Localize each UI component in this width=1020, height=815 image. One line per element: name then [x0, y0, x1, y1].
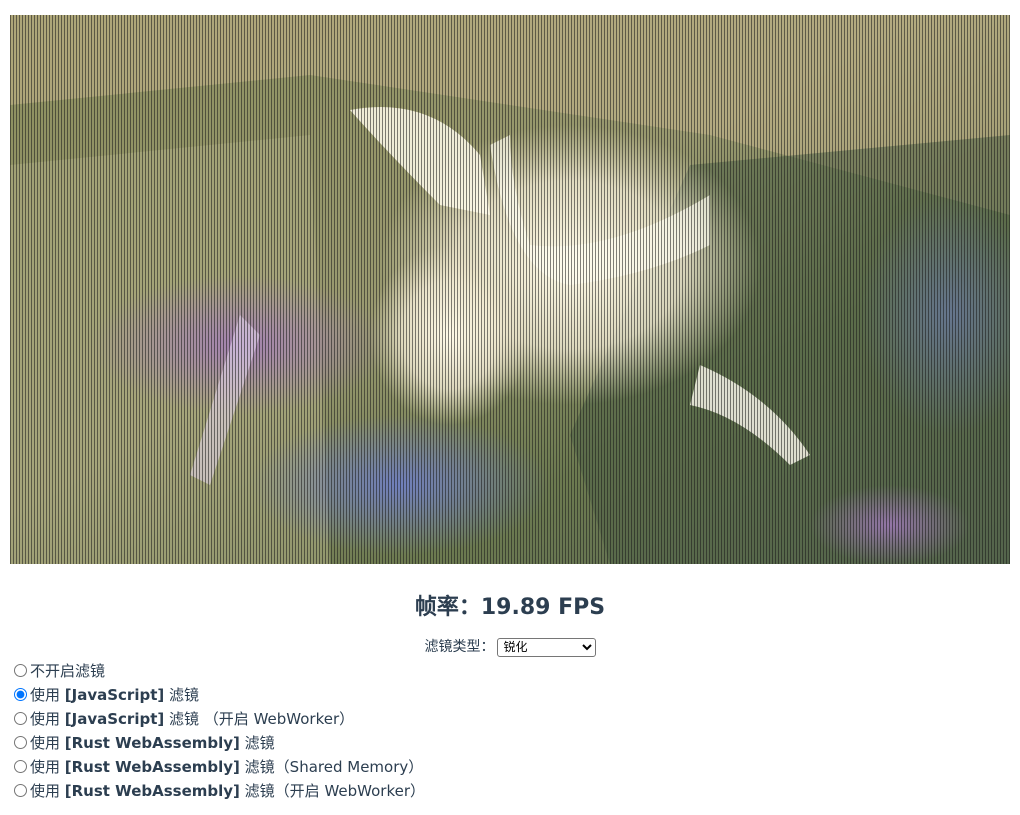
mode-radio-wasm-webworker[interactable] — [14, 784, 27, 797]
fps-unit: FPS — [558, 595, 606, 620]
mode-extra: （Shared Memory） — [274, 758, 424, 776]
mode-option-none[interactable]: 不开启滤镜 — [14, 659, 425, 683]
mode-suffix: 滤镜 — [239, 782, 275, 800]
mode-radio-wasm[interactable] — [14, 736, 27, 749]
fps-display: 帧率：19.89 FPS — [0, 589, 1020, 621]
mode-radio-javascript-webworker[interactable] — [14, 712, 27, 725]
mode-option-wasm-webworker[interactable]: 使用 [Rust WebAssembly] 滤镜（开启 WebWorker） — [14, 779, 425, 803]
filter-mode-options: 不开启滤镜 使用 [JavaScript] 滤镜 使用 [JavaScript]… — [14, 659, 425, 803]
mode-tech: [Rust WebAssembly] — [64, 782, 240, 800]
mode-suffix: 滤镜 — [164, 686, 200, 704]
filter-type-row: 滤镜类型： 锐化 — [0, 636, 1020, 657]
mode-tech: [Rust WebAssembly] — [64, 734, 240, 752]
mode-radio-javascript[interactable] — [14, 688, 27, 701]
mode-tech: [JavaScript] — [64, 686, 165, 704]
mode-suffix: 滤镜 — [239, 758, 275, 776]
filter-type-select[interactable]: 锐化 — [496, 637, 596, 657]
mode-prefix: 使用 — [30, 782, 65, 800]
mode-extra: （开启 WebWorker） — [199, 710, 355, 728]
mode-extra: （开启 WebWorker） — [274, 782, 425, 800]
mode-tech: [Rust WebAssembly] — [64, 758, 240, 776]
mode-tech: [JavaScript] — [64, 710, 165, 728]
mode-suffix: 滤镜 — [164, 710, 200, 728]
mode-option-javascript-webworker[interactable]: 使用 [JavaScript] 滤镜 （开启 WebWorker） — [14, 707, 425, 731]
mode-option-javascript[interactable]: 使用 [JavaScript] 滤镜 — [14, 683, 425, 707]
video-frame-image — [10, 15, 1010, 564]
mode-radio-none[interactable] — [14, 664, 27, 677]
mode-option-wasm[interactable]: 使用 [Rust WebAssembly] 滤镜 — [14, 731, 425, 755]
filter-type-label: 滤镜类型： — [424, 639, 495, 655]
mode-prefix: 使用 — [30, 710, 65, 728]
mode-prefix: 使用 — [30, 734, 65, 752]
mode-prefix: 使用 — [30, 686, 65, 704]
mode-radio-wasm-shared-memory[interactable] — [14, 760, 27, 773]
mode-label: 不开启滤镜 — [30, 662, 106, 680]
mode-suffix: 滤镜 — [239, 734, 275, 752]
mode-option-wasm-shared-memory[interactable]: 使用 [Rust WebAssembly] 滤镜（Shared Memory） — [14, 755, 425, 779]
video-canvas — [10, 15, 1010, 564]
mode-prefix: 使用 — [30, 758, 65, 776]
fps-label: 帧率： — [414, 595, 481, 620]
fps-value: 19.89 — [480, 595, 551, 620]
